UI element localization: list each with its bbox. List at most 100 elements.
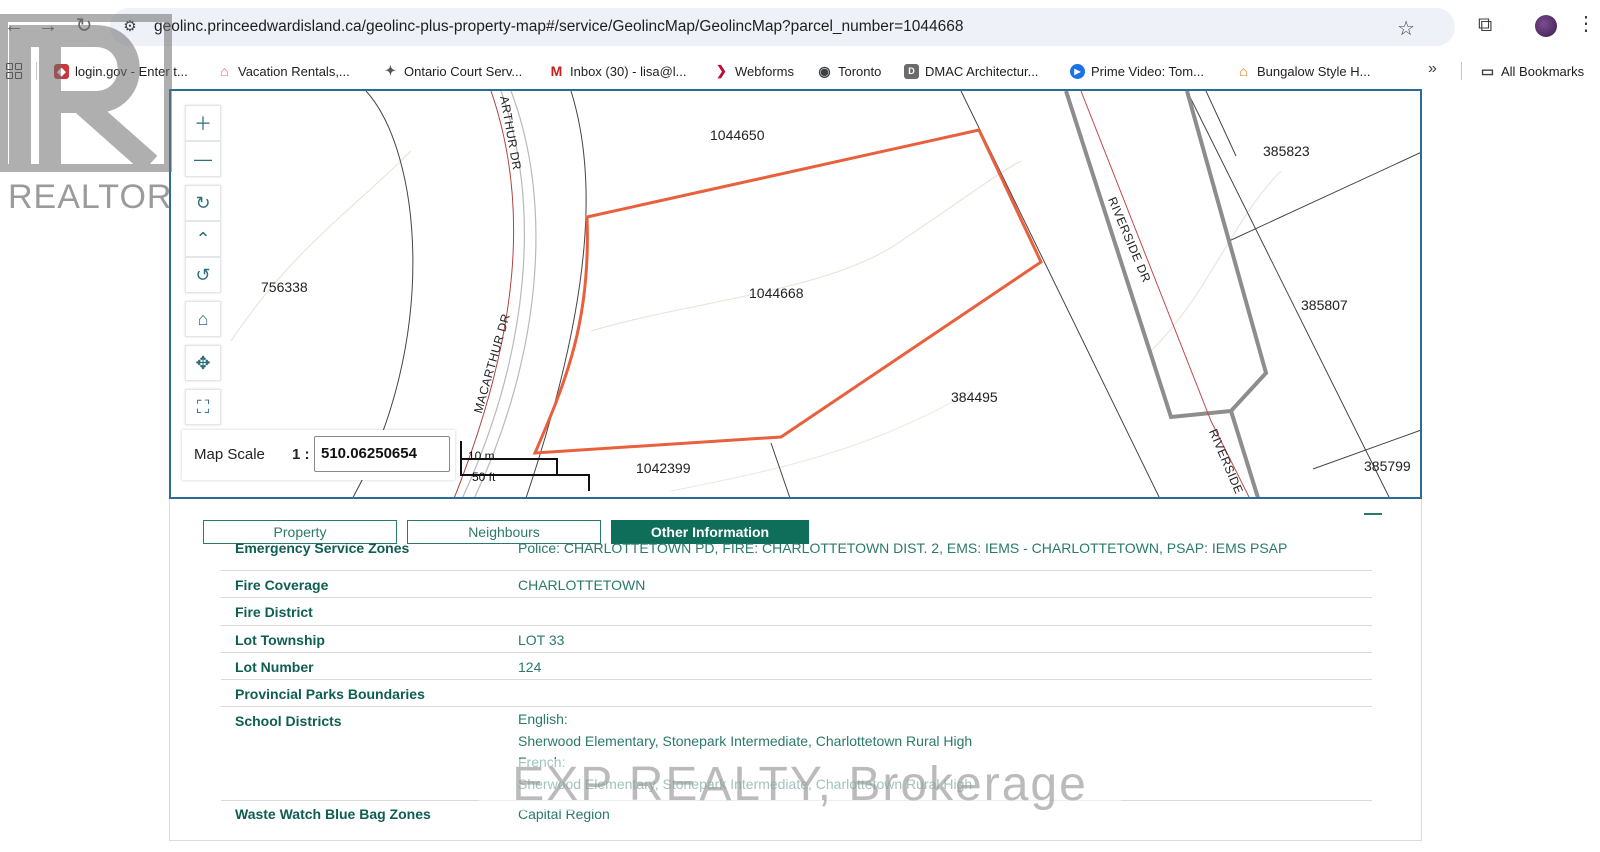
scalebar-imperial: 50 ft: [472, 470, 496, 484]
dmac-icon: D: [904, 63, 919, 79]
extensions-icon[interactable]: ⧉: [1478, 14, 1492, 37]
bookmark-item[interactable]: ✦ Ontario Court Serv...: [383, 62, 522, 80]
table-row: Lot Township LOT 33: [221, 626, 1372, 653]
browser-toolbar: ← → ↻ ⚙ geolinc.princeedwardisland.ca/ge…: [0, 0, 1600, 54]
school-district-line: English:: [518, 711, 568, 727]
table-row: Emergency Service Zones Police: CHARLOTT…: [221, 540, 1372, 571]
reload-icon[interactable]: ↻: [72, 14, 96, 38]
realtor-wordmark: REALTOR: [8, 178, 173, 216]
profile-avatar[interactable]: [1535, 15, 1557, 37]
row-label: School Districts: [235, 713, 342, 729]
bookmark-label: Vacation Rentals,...: [238, 63, 350, 79]
bookmark-star-icon[interactable]: ☆: [1397, 16, 1415, 41]
map-scale-label: Map Scale: [194, 446, 265, 463]
school-district-line: Sherwood Elementary, Stonepark Intermedi…: [518, 775, 973, 792]
parcel-label[interactable]: 385799: [1364, 458, 1411, 474]
webforms-icon: ❯: [716, 63, 727, 78]
map-scale-input[interactable]: 510.06250654: [314, 436, 450, 472]
bookmark-label: login.gov - Enter t...: [75, 63, 188, 79]
airbnb-icon: ⌂: [220, 63, 229, 79]
home-icon[interactable]: ⌂: [185, 301, 221, 337]
row-value: English: Sherwood Elementary, Stonepark …: [518, 709, 972, 795]
info-table: Emergency Service Zones Police: CHARLOTT…: [221, 540, 1372, 829]
row-label: Provincial Parks Boundaries: [235, 686, 425, 702]
parcel-label[interactable]: 384495: [951, 389, 998, 405]
map-scale-prefix: 1 :: [292, 446, 310, 463]
parcel-label[interactable]: 756338: [261, 279, 308, 295]
map-toolbar: ＋ — ↻ ⌃ ↺ ⌂ ✥ ⛶: [185, 105, 221, 433]
rotate-icon[interactable]: ↻: [185, 185, 221, 221]
bookmark-separator: [36, 62, 37, 80]
table-row: Waste Watch Blue Bag Zones Capital Regio…: [221, 801, 1372, 829]
pan-control: ✥: [185, 345, 221, 381]
more-bookmarks-icon[interactable]: »: [1428, 60, 1437, 78]
site-info-icon[interactable]: ⚙: [120, 17, 140, 37]
row-value: CHARLOTTETOWN: [518, 577, 646, 593]
table-row: Fire District: [221, 598, 1372, 626]
bookmark-separator: [1461, 62, 1462, 80]
table-row: School Districts English: Sherwood Eleme…: [221, 707, 1372, 801]
zoom-in-icon[interactable]: ＋: [185, 105, 221, 141]
table-row: Fire Coverage CHARLOTTETOWN: [221, 571, 1372, 598]
browser-menu-icon[interactable]: ⋮: [1576, 11, 1596, 36]
row-label: Emergency Service Zones: [235, 540, 410, 556]
parcel-label[interactable]: 1044650: [710, 127, 765, 143]
row-label: Lot Number: [235, 659, 314, 675]
school-district-line: French:: [518, 754, 566, 770]
bookmark-item[interactable]: ◉ Toronto: [817, 62, 881, 80]
address-bar[interactable]: ⚙ geolinc.princeedwardisland.ca/geolinc-…: [110, 8, 1455, 46]
row-value: 124: [518, 659, 542, 675]
row-value: Capital Region: [518, 806, 610, 822]
back-icon[interactable]: ←: [2, 14, 26, 38]
url-text[interactable]: geolinc.princeedwardisland.ca/geolinc-pl…: [154, 18, 963, 36]
parcel-label[interactable]: 385823: [1263, 143, 1310, 159]
row-value: LOT 33: [518, 632, 565, 648]
bookmark-label: Prime Video: Tom...: [1091, 63, 1204, 79]
fullscreen-icon[interactable]: ⛶: [185, 389, 221, 425]
globe-icon: ◉: [818, 62, 831, 79]
parcel-label[interactable]: 385807: [1301, 297, 1348, 313]
bookmarks-bar: ◆ login.gov - Enter t... ⌂ Vacation Rent…: [0, 54, 1600, 88]
row-label: Lot Township: [235, 632, 325, 648]
bookmark-item[interactable]: ⌂ Bungalow Style H...: [1236, 62, 1370, 80]
apps-icon[interactable]: [6, 63, 22, 79]
north-arrow-icon[interactable]: ⌃: [185, 221, 221, 257]
bookmark-item[interactable]: D DMAC Architectur...: [904, 62, 1038, 80]
all-bookmarks-label: All Bookmarks: [1501, 63, 1585, 79]
bookmark-item[interactable]: ▶ Prime Video: Tom...: [1070, 62, 1204, 80]
all-bookmarks-button[interactable]: ▭ All Bookmarks: [1480, 62, 1584, 80]
rotation-controls: ↻ ⌃ ↺: [185, 185, 221, 293]
bookmark-label: Bungalow Style H...: [1257, 63, 1371, 79]
row-label: Waste Watch Blue Bag Zones: [235, 806, 431, 822]
scalebar-metric: 10 m: [468, 449, 495, 463]
zoom-out-icon[interactable]: —: [185, 141, 221, 177]
fullscreen-control: ⛶: [185, 389, 221, 425]
bookmark-label: Inbox (30) - lisa@l...: [570, 63, 687, 79]
parcel-label[interactable]: 1044668: [749, 285, 804, 301]
row-value: Police: CHARLOTTETOWN PD, FIRE: CHARLOTT…: [518, 540, 1288, 556]
row-label: Fire District: [235, 604, 313, 620]
shield-icon: ◆: [54, 63, 69, 79]
bookmark-label: DMAC Architectur...: [925, 63, 1039, 79]
bookmark-item[interactable]: ❯ Webforms: [714, 62, 794, 80]
house-icon: ⌂: [1239, 63, 1248, 79]
bookmark-item[interactable]: ⌂ Vacation Rentals,...: [217, 62, 350, 80]
bookmark-label: Webforms: [735, 63, 794, 79]
bookmark-item[interactable]: ◆ login.gov - Enter t...: [54, 62, 188, 80]
row-label: Fire Coverage: [235, 577, 329, 593]
property-map[interactable]: 1044650 385823 756338 1044668 385807 384…: [169, 89, 1422, 499]
school-district-line: Sherwood Elementary, Stonepark Intermedi…: [518, 732, 973, 749]
home-control: ⌂: [185, 301, 221, 337]
info-panel: Property Neighbours Other Information Em…: [169, 499, 1422, 841]
bookmark-item[interactable]: M Inbox (30) - lisa@l...: [549, 62, 687, 80]
pan-icon[interactable]: ✥: [185, 345, 221, 381]
map-scale-control: Map Scale 1 : 510.06250654: [182, 430, 455, 480]
reset-rotation-icon[interactable]: ↺: [185, 257, 221, 293]
collapse-panel-icon[interactable]: [1364, 513, 1382, 515]
zoom-controls: ＋ —: [185, 105, 221, 177]
forward-icon[interactable]: →: [36, 14, 60, 38]
bookmark-label: Toronto: [838, 63, 882, 79]
parcel-label[interactable]: 1042399: [636, 460, 691, 476]
table-row: Lot Number 124: [221, 653, 1372, 680]
prime-video-icon: ▶: [1070, 63, 1085, 79]
